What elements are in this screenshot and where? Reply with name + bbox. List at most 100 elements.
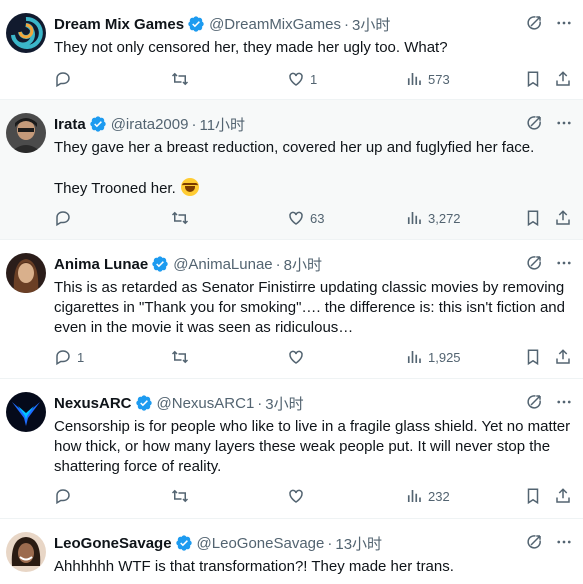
reply-feed: Dream Mix Games @DreamMixGames · 3小时 The… [0,0,583,584]
avatar[interactable] [6,532,46,572]
share-icon [556,71,570,86]
more-options-icon[interactable] [555,533,573,551]
display-name[interactable]: Anima Lunae [54,256,148,273]
retweet-icon [171,489,189,503]
timestamp[interactable]: 8小时 [284,254,322,275]
retweet-button[interactable] [171,345,194,369]
like-button[interactable] [287,484,310,508]
tweet[interactable]: Irata @irata2009 · 11小时 They gave her a … [0,100,583,240]
reply-button[interactable] [54,206,77,230]
timestamp[interactable]: 11小时 [199,114,245,135]
user-handle[interactable]: @AnimaLunae [173,256,272,273]
reply-icon [56,489,70,505]
verified-badge-icon [135,395,152,411]
like-button[interactable]: 63 [287,206,324,230]
reply-button[interactable] [54,67,77,91]
share-icon [556,488,570,503]
separator-dot: · [327,534,333,552]
separator-dot: · [191,115,197,133]
verified-badge-icon [188,16,204,32]
avatar-image [6,253,46,293]
heart-icon [289,350,303,364]
verified-badge-icon [175,535,192,551]
tweet-text-line: This is as retarded as Senator Finistirr… [54,279,565,336]
like-button[interactable]: 1 [287,67,317,91]
more-options-icon[interactable] [555,14,573,32]
bookmark-button[interactable] [524,206,542,230]
tweet[interactable]: LeoGoneSavage @LeoGoneSavage · 13小时 Ahhh… [0,519,583,584]
verified-badge-icon [90,116,106,132]
heart-icon [289,72,303,86]
user-handle[interactable]: @irata2009 [111,116,189,133]
user-handle[interactable]: @LeoGoneSavage [197,535,325,552]
bookmark-icon [527,71,539,88]
grok-icon[interactable] [525,254,543,272]
more-options-icon[interactable] [555,254,573,272]
display-name[interactable]: Irata [54,116,86,133]
retweet-button[interactable] [171,484,194,508]
heart-icon [289,211,303,225]
share-button[interactable] [554,206,572,230]
share-icon [556,349,570,364]
tweet-text: They not only censored her, they made he… [54,38,573,58]
retweet-icon [171,211,189,225]
tweet[interactable]: Anima Lunae @AnimaLunae · 8小时 This is as… [0,240,583,379]
heart-icon [289,489,303,503]
tweet-text: They gave her a breast reduction, covere… [54,138,573,199]
tweet-text-span: They Trooned her. [54,180,176,197]
share-button[interactable] [554,345,572,369]
tweet-text: This is as retarded as Senator Finistirr… [54,278,573,338]
tweet-text-line: Ahhhhhh WTF is that transformation?! The… [54,558,454,575]
share-button[interactable] [554,484,572,508]
verified-badge-icon [152,256,168,272]
tweet[interactable]: Dream Mix Games @DreamMixGames · 3小时 The… [0,0,583,100]
views-chart-icon [407,73,421,85]
retweet-button[interactable] [171,67,194,91]
tweet-text: Ahhhhhh WTF is that transformation?! The… [54,557,573,577]
views-chart-icon [407,351,421,363]
views-button[interactable]: 573 [405,67,450,91]
retweet-button[interactable] [171,206,194,230]
bookmark-button[interactable] [524,345,542,369]
grok-icon[interactable] [525,14,543,32]
display-name[interactable]: Dream Mix Games [54,16,184,33]
retweet-icon [171,72,189,86]
grok-icon[interactable] [525,393,543,411]
reply-button[interactable]: 1 [54,345,84,369]
avatar[interactable] [6,13,46,53]
display-name[interactable]: NexusARC [54,395,132,412]
more-options-icon[interactable] [555,393,573,411]
avatar[interactable] [6,253,46,293]
avatar-image [6,13,46,53]
timestamp[interactable]: 3小时 [352,14,390,35]
views-chart-icon [407,490,421,502]
tweet-text-line: They not only censored her, they made he… [54,39,448,56]
avatar-image [6,532,46,572]
tweet-text-line: They Trooned her. [54,178,573,199]
timestamp[interactable]: 13小时 [335,533,382,554]
grok-icon[interactable] [525,114,543,132]
avatar[interactable] [6,392,46,432]
retweet-icon [171,350,189,364]
bookmark-icon [527,488,539,505]
views-button[interactable]: 232 [405,484,450,508]
more-options-icon[interactable] [555,114,573,132]
views-button[interactable]: 3,272 [405,206,461,230]
reply-count: 1 [77,349,85,365]
bookmark-button[interactable] [524,484,542,508]
user-handle[interactable]: @DreamMixGames [209,16,341,33]
like-button[interactable] [287,345,310,369]
separator-dot: · [275,255,281,273]
grok-icon[interactable] [525,533,543,551]
tweet[interactable]: NexusARC @NexusARC1 · 3小时 Censorship is … [0,379,583,519]
timestamp[interactable]: 3小时 [265,393,303,414]
user-handle[interactable]: @NexusARC1 [157,395,255,412]
view-count: 573 [428,71,450,87]
avatar[interactable] [6,113,46,153]
reply-button[interactable] [54,484,77,508]
views-button[interactable]: 1,925 [405,345,461,369]
display-name[interactable]: LeoGoneSavage [54,535,172,552]
bookmark-button[interactable] [524,67,542,91]
share-button[interactable] [554,67,572,91]
laughing-emoji-icon [180,178,199,196]
